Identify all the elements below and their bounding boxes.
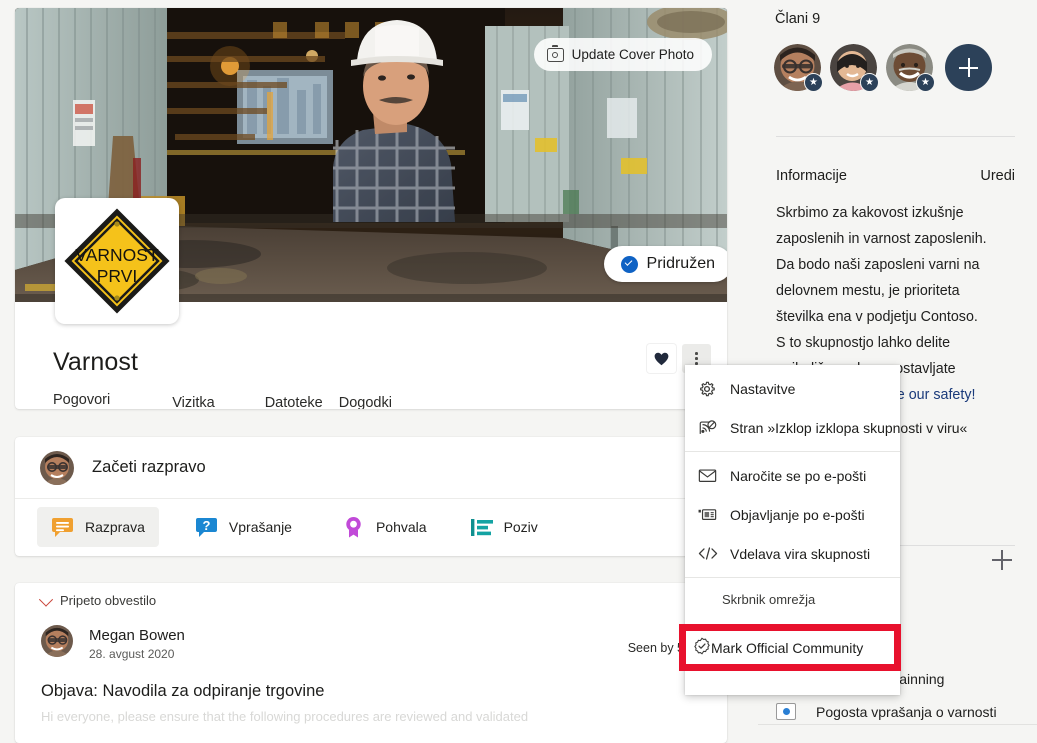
avatar — [40, 451, 74, 485]
composer-button-label: Razprava — [85, 519, 145, 535]
tab-datoteke[interactable]: Datoteke — [265, 395, 323, 409]
post-date: 28. avgust 2020 — [89, 647, 185, 661]
info-title: Informacije — [776, 168, 847, 184]
composer-button-label: Poziv — [504, 519, 538, 535]
menu-item-label: Mark Official Community — [711, 640, 863, 656]
community-tabs: Pogovori Vizitka Datoteke Dogodki — [53, 392, 392, 409]
safety-first-sign-icon: VARNOST PRVI — [61, 205, 173, 317]
info-edit-link[interactable]: Uredi — [980, 168, 1015, 184]
logo-line1: VARNOST — [75, 245, 159, 265]
divider — [776, 136, 1015, 137]
gear-icon — [698, 380, 722, 398]
menu-item-label: Objavljanje po e-pošti — [730, 507, 865, 523]
composer-button-vprasanje[interactable]: ? Vprašanje — [181, 507, 306, 547]
post-author-meta: Megan Bowen 28. avgust 2020 — [89, 625, 185, 661]
menu-item-nastavitve[interactable]: Nastavitve — [685, 369, 900, 408]
post-composer-card: Začeti razpravo Razprava ? Vprašanje — [15, 437, 727, 556]
composer-button-poziv[interactable]: Poziv — [457, 507, 552, 547]
members-heading: Člani 9 — [775, 11, 820, 27]
site-page-icon — [776, 703, 796, 720]
add-member-button[interactable] — [945, 44, 992, 91]
menu-item-label: Vdelava vira skupnosti — [730, 546, 870, 562]
favorite-button[interactable] — [647, 344, 676, 373]
code-icon — [698, 546, 722, 561]
composer-actions: Razprava ? Vprašanje Pohvala — [15, 499, 727, 555]
composer-button-pohvala[interactable]: Pohvala — [328, 507, 441, 547]
post-card: Pripeto obvestilo Megan Bowen 28. avgu — [15, 583, 727, 743]
main-content-column: Update Cover Photo Pridružen VARNOST PRV… — [0, 0, 744, 731]
poll-icon — [471, 517, 493, 538]
composer-prompt[interactable]: Začeti razpravo — [92, 458, 206, 477]
composer-button-label: Vprašanje — [229, 519, 292, 535]
post-title: Objava: Navodila za odpiranje trgovine — [41, 682, 324, 701]
community-header-card: Update Cover Photo Pridružen VARNOST PRV… — [15, 8, 727, 409]
tab-pogovori[interactable]: Pogovori — [53, 392, 110, 409]
update-cover-photo-button[interactable]: Update Cover Photo — [534, 38, 712, 71]
member-avatar-list: ★ ★ — [774, 44, 992, 91]
post-author-name[interactable]: Megan Bowen — [89, 627, 185, 644]
more-vertical-icon — [695, 352, 698, 365]
tab-dogodki[interactable]: Dogodki — [339, 395, 392, 409]
joined-label: Pridružen — [647, 255, 715, 273]
community-logo: VARNOST PRVI — [55, 198, 179, 324]
star-icon: ★ — [916, 73, 935, 92]
seen-by-count: Seen by 5 — [628, 641, 684, 655]
discussion-icon — [51, 517, 74, 538]
feed-off-icon — [698, 419, 722, 436]
praise-icon — [342, 516, 365, 538]
menu-group-title-network-admin: Skrbnik omrežja — [685, 582, 900, 616]
chevron-down-icon — [39, 592, 53, 606]
menu-item-label: Stran »Izklop izklopa skupnosti v viru« — [730, 420, 967, 436]
star-icon: ★ — [860, 73, 879, 92]
composer-button-razprava[interactable]: Razprava — [37, 507, 159, 547]
tab-vizitka[interactable]: Vizitka — [172, 395, 214, 409]
composer-top-row: Začeti razpravo — [15, 437, 727, 499]
post-author-row: Megan Bowen 28. avgust 2020 — [41, 625, 185, 661]
star-icon: ★ — [804, 73, 823, 92]
page-title: Varnost — [53, 348, 138, 377]
joined-button[interactable]: Pridružen — [604, 246, 727, 282]
menu-item-post-by-email[interactable]: Objavljanje po e-pošti — [685, 495, 900, 534]
add-related-site-button[interactable] — [992, 550, 1012, 570]
site-link-label: Pogosta vprašanja o varnosti — [816, 704, 997, 720]
member-avatar[interactable]: ★ — [886, 44, 933, 91]
menu-item-email-subscribe[interactable]: Naročite se po e-pošti — [685, 456, 900, 495]
svg-text:?: ? — [202, 518, 210, 533]
heart-icon — [654, 352, 669, 366]
post-body-preview: Hi everyone, please ensure that the foll… — [41, 709, 701, 724]
menu-item-label: Nastavitve — [730, 381, 795, 397]
envelope-icon — [698, 468, 722, 483]
pinned-label: Pripeto obvestilo — [60, 593, 156, 608]
avatar — [41, 625, 73, 657]
menu-item-feed-toggle[interactable]: Stran »Izklop izklopa skupnosti v viru« — [685, 408, 900, 447]
menu-item-label: Naročite se po e-pošti — [730, 468, 866, 484]
member-avatar[interactable]: ★ — [830, 44, 877, 91]
site-link-safety-faq[interactable]: Pogosta vprašanja o varnosti — [776, 703, 997, 720]
pinned-announcement-toggle[interactable]: Pripeto obvestilo — [41, 593, 156, 608]
info-header: Informacije Uredi — [776, 168, 1015, 184]
menu-item-embed-feed[interactable]: Vdelava vira skupnosti — [685, 534, 900, 573]
plus-icon — [959, 58, 978, 77]
update-cover-photo-label: Update Cover Photo — [572, 47, 694, 62]
post-email-icon — [698, 507, 722, 522]
menu-item-mark-official-community[interactable]: Mark Official Community — [686, 631, 894, 664]
check-circle-icon — [621, 256, 638, 273]
verified-badge-icon — [693, 637, 711, 658]
menu-separator — [685, 451, 900, 452]
logo-line2: PRVI — [97, 266, 138, 286]
menu-separator — [685, 577, 900, 578]
divider — [758, 724, 1037, 725]
camera-icon — [547, 48, 564, 62]
question-icon: ? — [195, 517, 218, 538]
composer-button-label: Pohvala — [376, 519, 427, 535]
member-avatar[interactable]: ★ — [774, 44, 821, 91]
